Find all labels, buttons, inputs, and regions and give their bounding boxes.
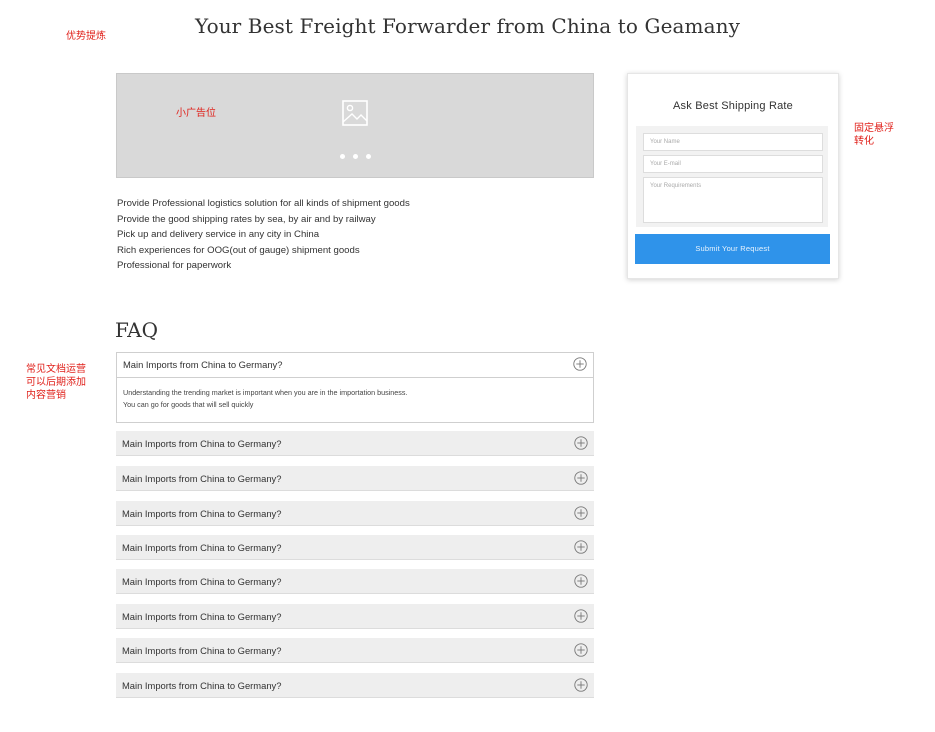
note-small-ad: 小广告位: [176, 108, 216, 119]
advantage-item: Rich experiences for OOG(out of gauge) s…: [117, 244, 360, 256]
faq-answer-line: You can go for goods that will sell quic…: [123, 400, 254, 409]
faq-answer: Understanding the trending market is imp…: [123, 387, 407, 411]
plus-circle-icon[interactable]: [574, 574, 588, 588]
faq-heading: FAQ: [115, 318, 158, 342]
email-field[interactable]: Your E-mail: [643, 155, 823, 173]
faq-question: Main Imports from China to Germany?: [122, 611, 282, 622]
advantage-item: Pick up and delivery service in any city…: [117, 229, 320, 241]
faq-question: Main Imports from China to Germany?: [122, 645, 282, 656]
faq-item[interactable]: Main Imports from China to Germany?: [116, 466, 594, 491]
plus-circle-icon[interactable]: [574, 471, 588, 485]
faq-question: Main Imports from China to Germany?: [122, 473, 282, 484]
form-title: Ask Best Shipping Rate: [673, 100, 793, 112]
faq-item[interactable]: Main Imports from China to Germany?: [116, 569, 594, 594]
slider-dot[interactable]: [353, 154, 358, 159]
page-title: Your Best Freight Forwarder from China t…: [195, 14, 740, 38]
submit-request-button[interactable]: Submit Your Request: [635, 234, 830, 264]
slider-dot[interactable]: [366, 154, 371, 159]
requirements-field[interactable]: Your Requirements: [643, 177, 823, 223]
slider-dot[interactable]: [340, 154, 345, 159]
plus-circle-icon[interactable]: [574, 643, 588, 657]
faq-item-expanded[interactable]: Main Imports from China to Germany? Unde…: [116, 352, 594, 423]
faq-question: Main Imports from China to Germany?: [122, 576, 282, 587]
faq-item[interactable]: Main Imports from China to Germany?: [116, 535, 594, 560]
faq-item[interactable]: Main Imports from China to Germany?: [116, 431, 594, 456]
name-field[interactable]: Your Name: [643, 133, 823, 151]
faq-item[interactable]: Main Imports from China to Germany?: [116, 638, 594, 663]
slider-dots: [340, 154, 371, 159]
faq-item[interactable]: Main Imports from China to Germany?: [116, 673, 594, 698]
faq-question: Main Imports from China to Germany?: [122, 438, 282, 449]
faq-question-row[interactable]: Main Imports from China to Germany?: [117, 353, 593, 378]
banner-slider[interactable]: 小广告位: [116, 73, 594, 178]
faq-item[interactable]: Main Imports from China to Germany?: [116, 604, 594, 629]
faq-question: Main Imports from China to Germany?: [122, 680, 282, 691]
plus-circle-icon[interactable]: [574, 609, 588, 623]
advantage-item: Professional for paperwork: [117, 260, 232, 272]
faq-item[interactable]: Main Imports from China to Germany?: [116, 501, 594, 526]
note-faq: 常见文档运营 可以后期添加 内容营销: [26, 364, 86, 401]
advantage-item: Provide the good shipping rates by sea, …: [117, 213, 376, 225]
plus-circle-icon[interactable]: [574, 678, 588, 692]
advantage-item: Provide Professional logistics solution …: [117, 198, 410, 209]
faq-answer-line: Understanding the trending market is imp…: [123, 388, 408, 397]
form-fields-area: Your Name Your E-mail Your Requirements: [636, 126, 828, 227]
advantages-list: Provide Professional logistics solution …: [117, 196, 410, 274]
plus-circle-icon[interactable]: [574, 540, 588, 554]
quote-form-card: Ask Best Shipping Rate Your Name Your E-…: [627, 73, 839, 279]
faq-question: Main Imports from China to Germany?: [122, 542, 282, 553]
plus-circle-icon[interactable]: [574, 506, 588, 520]
faq-question: Main Imports from China to Germany?: [123, 359, 283, 370]
plus-circle-icon[interactable]: [573, 357, 587, 371]
plus-circle-icon[interactable]: [574, 436, 588, 450]
note-floating-form: 固定悬浮 转化: [854, 123, 894, 147]
image-placeholder-icon: [342, 100, 368, 126]
faq-question: Main Imports from China to Germany?: [122, 508, 282, 519]
